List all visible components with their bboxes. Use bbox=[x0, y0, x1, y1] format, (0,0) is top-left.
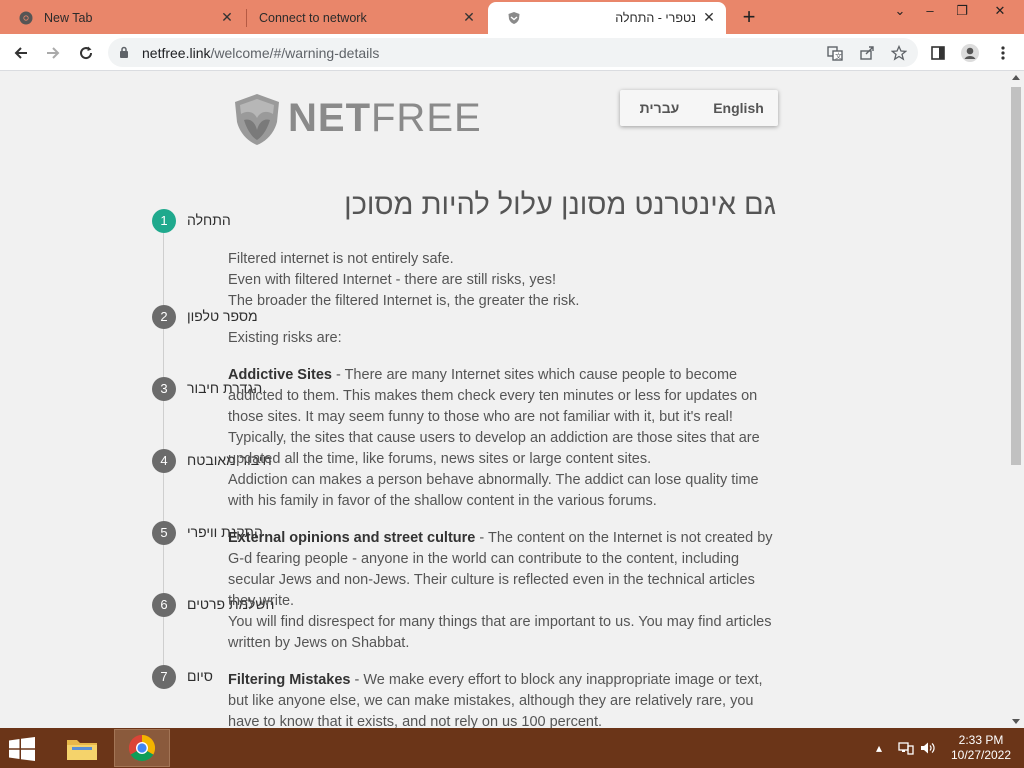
url-path: /welcome/#/warning-details bbox=[210, 45, 380, 61]
risk-filtering-mistakes: Filtering Mistakes - We make every effor… bbox=[228, 670, 780, 728]
chrome-taskbar-icon[interactable] bbox=[114, 729, 170, 767]
tray-overflow-icon[interactable]: ▴ bbox=[876, 728, 882, 768]
address-bar[interactable]: netfree.link/welcome/#/warning-details bbox=[108, 38, 918, 67]
tab-separator bbox=[246, 9, 247, 27]
risk-addictive-sites: Addictive Sites - There are many Interne… bbox=[228, 365, 780, 470]
language-switcher: עברית English bbox=[620, 90, 778, 126]
bookmark-star-icon[interactable] bbox=[886, 40, 912, 66]
new-tab-button[interactable]: + bbox=[738, 6, 760, 29]
clock-date: 10/27/2022 bbox=[950, 748, 1012, 762]
language-english-button[interactable]: English bbox=[699, 100, 778, 116]
reload-icon[interactable] bbox=[73, 40, 99, 66]
svg-text:文: 文 bbox=[835, 52, 842, 61]
intro-line: Even with filtered Internet - there are … bbox=[228, 272, 556, 288]
restore-icon[interactable]: ❐ bbox=[946, 0, 978, 24]
page-content: NETFREE עברית English גם אינטרנט מסונן ע… bbox=[0, 71, 1008, 728]
translate-icon[interactable]: 文 bbox=[822, 40, 848, 66]
step-number: 4 bbox=[152, 449, 176, 473]
netfree-shield-icon bbox=[506, 10, 522, 26]
scroll-thumb[interactable] bbox=[1011, 87, 1021, 465]
minimize-icon[interactable]: – bbox=[914, 0, 946, 24]
chrome-icon bbox=[18, 10, 34, 26]
netfree-logo: NETFREE bbox=[232, 90, 481, 148]
close-window-icon[interactable]: ✕ bbox=[984, 0, 1016, 24]
intro-line: Filtered internet is not entirely safe. bbox=[228, 251, 454, 267]
logo-bold-text: NET bbox=[288, 96, 371, 140]
step-number: 5 bbox=[152, 521, 176, 545]
risk-external-opinions-more: You will find disrespect for many things… bbox=[228, 614, 772, 651]
step-label: התחלה bbox=[187, 212, 231, 228]
step-number: 7 bbox=[152, 665, 176, 689]
step-number: 2 bbox=[152, 305, 176, 329]
risk-title: Filtering Mistakes bbox=[228, 672, 351, 688]
tab-connect-to-network[interactable]: Connect to network ✕ bbox=[248, 2, 486, 34]
url-host: netfree.link bbox=[142, 45, 211, 61]
page-scrollbar[interactable] bbox=[1008, 71, 1024, 728]
logo-light-text: FREE bbox=[371, 96, 482, 140]
close-tab-icon[interactable]: ✕ bbox=[220, 10, 234, 24]
taskbar: ▴ 2:33 PM 10/27/2022 bbox=[0, 728, 1024, 768]
taskbar-clock[interactable]: 2:33 PM 10/27/2022 bbox=[945, 733, 1017, 763]
profile-avatar-icon[interactable] bbox=[957, 40, 983, 66]
scroll-down-arrow-icon[interactable] bbox=[1012, 719, 1020, 724]
warning-text: Filtered internet is not entirely safe. … bbox=[228, 249, 780, 728]
step-label: סיום bbox=[187, 668, 213, 684]
tab-netfree[interactable]: נטפרי - התחלה ✕ bbox=[488, 2, 726, 34]
browser-toolbar: netfree.link/welcome/#/warning-details 文 bbox=[0, 34, 1024, 71]
lock-icon[interactable] bbox=[119, 46, 129, 64]
step-number: 1 bbox=[152, 209, 176, 233]
side-panel-icon[interactable] bbox=[925, 40, 951, 66]
tab-title: נטפרי - התחלה bbox=[615, 11, 696, 25]
risk-title: External opinions and street culture bbox=[228, 530, 476, 546]
risks-intro: Existing risks are: bbox=[228, 330, 342, 346]
tab-title: New Tab bbox=[44, 11, 93, 25]
tab-search-icon[interactable]: ⌄ bbox=[884, 0, 916, 24]
netfree-logo-text: NETFREE bbox=[288, 96, 482, 141]
url-text: netfree.link/welcome/#/warning-details bbox=[142, 45, 379, 61]
step-number: 6 bbox=[152, 593, 176, 617]
language-hebrew-button[interactable]: עברית bbox=[620, 100, 699, 116]
risk-addictive-sites-more: Addiction can makes a person behave abno… bbox=[228, 472, 759, 509]
risk-external-opinions: External opinions and street culture - T… bbox=[228, 528, 780, 612]
tab-new-tab[interactable]: New Tab ✕ bbox=[0, 2, 244, 34]
clock-time: 2:33 PM bbox=[958, 733, 1004, 747]
intro-line: The broader the filtered Internet is, th… bbox=[228, 293, 580, 309]
menu-icon[interactable] bbox=[990, 40, 1016, 66]
close-tab-icon[interactable]: ✕ bbox=[702, 10, 716, 24]
page-title: גם אינטרנט מסונן עלול להיות מסוכן bbox=[344, 189, 776, 221]
file-explorer-icon[interactable] bbox=[54, 729, 110, 767]
back-icon[interactable] bbox=[8, 40, 34, 66]
netfree-logo-icon bbox=[235, 94, 279, 145]
volume-icon[interactable] bbox=[920, 728, 936, 768]
scroll-up-arrow-icon[interactable] bbox=[1012, 75, 1020, 80]
close-tab-icon[interactable]: ✕ bbox=[462, 10, 476, 24]
risk-title: Addictive Sites bbox=[228, 367, 332, 383]
tab-title: Connect to network bbox=[259, 11, 367, 25]
tab-strip: New Tab ✕ Connect to network ✕ נטפרי - ה… bbox=[0, 0, 1024, 34]
network-icon[interactable] bbox=[898, 728, 914, 768]
windows-start-icon[interactable] bbox=[8, 737, 38, 761]
step-number: 3 bbox=[152, 377, 176, 401]
forward-icon[interactable] bbox=[40, 40, 66, 66]
share-icon[interactable] bbox=[854, 40, 880, 66]
